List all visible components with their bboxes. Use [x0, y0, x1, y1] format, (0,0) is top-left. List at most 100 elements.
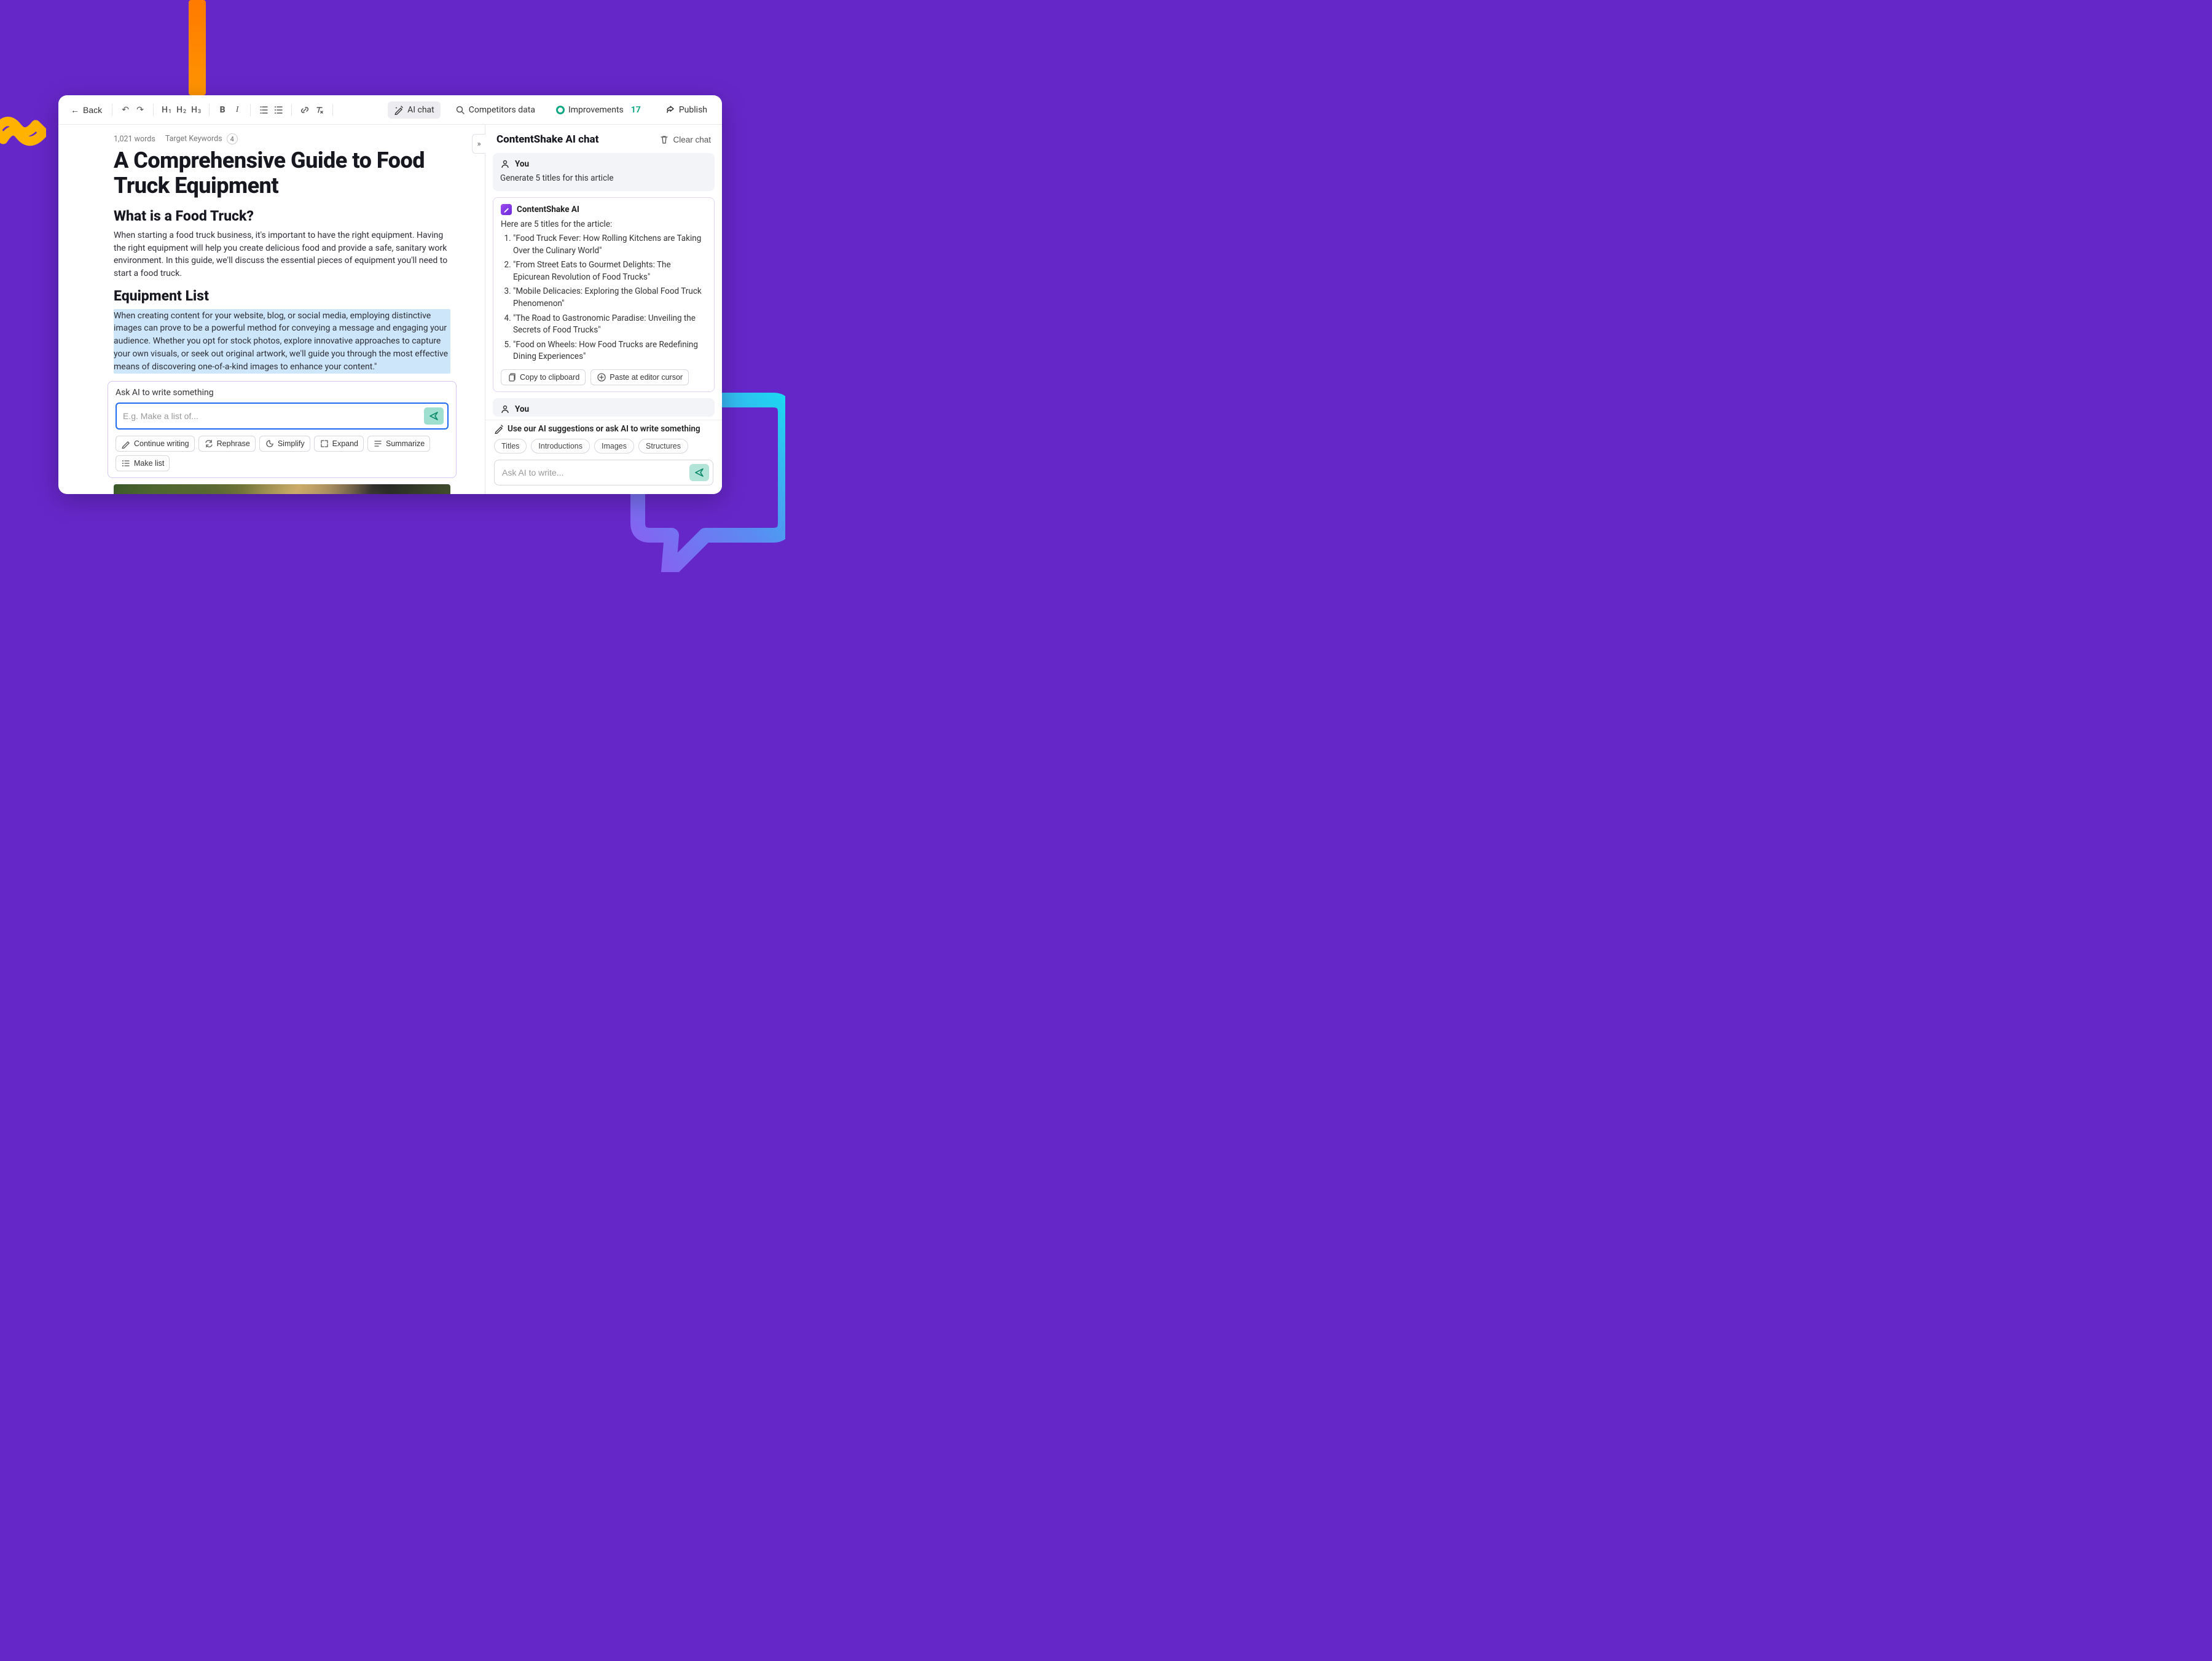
clear-chat-label: Clear chat [673, 135, 711, 144]
user-message-text: Generate 5 titles for this article [500, 173, 707, 185]
toolbar: ← Back ↶ ↷ H1 H2 H3 B I [58, 95, 722, 125]
competitors-label: Competitors data [469, 105, 535, 115]
suggest-hint: Use our AI suggestions or ask AI to writ… [508, 424, 700, 434]
chevron-right-icon: » [477, 139, 480, 149]
simplify-icon [265, 439, 275, 449]
user-label: You [515, 404, 529, 414]
back-label: Back [83, 105, 102, 115]
publish-button[interactable]: Publish [659, 101, 713, 119]
chip-rephrase[interactable]: Rephrase [198, 436, 256, 452]
ai-chat-toggle[interactable]: AI chat [388, 101, 441, 119]
unordered-list-button[interactable] [272, 103, 285, 117]
chip-expand[interactable]: Expand [314, 436, 364, 452]
improvements-label: Improvements [568, 105, 624, 115]
inline-ai-chips: Continue writing Rephrase Simplify Expan… [116, 436, 449, 471]
separator [250, 104, 251, 116]
send-icon [694, 468, 704, 477]
inline-ai-send-button[interactable] [424, 407, 444, 425]
user-label: You [515, 159, 529, 169]
ai-title-item: "The Road to Gastronomic Paradise: Unvei… [513, 313, 707, 337]
paragraph-selected[interactable]: When creating content for your website, … [114, 309, 450, 374]
chat-scroll[interactable]: You Generate 5 titles for this article C… [485, 153, 722, 420]
ai-title-list: "Food Truck Fever: How Rolling Kitchens … [501, 233, 707, 363]
heading3-button[interactable]: H3 [189, 103, 203, 117]
italic-button[interactable]: I [230, 103, 244, 117]
suggest-chip-structures[interactable]: Structures [638, 439, 688, 454]
ai-title-item: "From Street Eats to Gourmet Delights: T… [513, 259, 707, 283]
chip-label: Continue writing [134, 439, 189, 448]
chat-send-button[interactable] [689, 464, 709, 481]
target-kw-count: 4 [227, 133, 238, 144]
inline-ai-label: Ask AI to write something [116, 388, 449, 398]
paragraph-intro[interactable]: When starting a food truck business, it'… [114, 229, 450, 280]
plus-circle-icon [597, 372, 606, 382]
target-kw-label: Target Keywords [165, 135, 222, 144]
decoration-yellow-bolt [0, 108, 46, 163]
clear-format-button[interactable] [313, 103, 326, 117]
paste-cursor-button[interactable]: Paste at editor cursor [590, 369, 689, 385]
copy-label: Copy to clipboard [520, 373, 579, 382]
back-button[interactable]: ← Back [67, 103, 106, 117]
suggest-chip-images[interactable]: Images [594, 439, 634, 454]
heading-equipment-list[interactable]: Equipment List [114, 288, 450, 304]
separator [332, 104, 333, 116]
meta-row: 1,021 words Target Keywords 4 [114, 133, 450, 144]
ai-chat-label: AI chat [407, 105, 434, 115]
ordered-list-button[interactable] [257, 103, 270, 117]
chip-label: Simplify [278, 439, 305, 448]
chat-panel: » ContentShake AI chat Clear chat You Ge… [485, 125, 722, 494]
chip-simplify[interactable]: Simplify [259, 436, 310, 452]
suggest-chip-introductions[interactable]: Introductions [531, 439, 590, 454]
heading-what-is[interactable]: What is a Food Truck? [114, 208, 450, 224]
expand-icon [320, 439, 329, 449]
heading2-button[interactable]: H2 [175, 103, 188, 117]
ai-title-item: "Food on Wheels: How Food Trucks are Red… [513, 339, 707, 363]
send-icon [429, 411, 439, 421]
chat-message-user: You Generate 5 titles for this article [493, 153, 715, 191]
heading1-button[interactable]: H1 [160, 103, 173, 117]
improvements-count: 17 [627, 104, 645, 116]
chip-label: Expand [332, 439, 358, 448]
improvements-button[interactable]: Improvements 17 [550, 101, 651, 119]
chip-continue-writing[interactable]: Continue writing [116, 436, 195, 452]
inline-ai-panel: Ask AI to write something Continue writi… [108, 381, 457, 478]
chat-title: ContentShake AI chat [496, 133, 598, 146]
chip-label: Make list [134, 459, 164, 468]
separator [291, 104, 292, 116]
competitors-button[interactable]: Competitors data [449, 101, 541, 119]
target-keywords[interactable]: Target Keywords 4 [165, 133, 238, 144]
collapse-chat-button[interactable]: » [472, 134, 485, 154]
trash-icon [659, 135, 669, 144]
share-arrow-icon [665, 105, 675, 115]
article-image-food-truck[interactable] [114, 484, 450, 494]
ai-title-item: "Food Truck Fever: How Rolling Kitchens … [513, 233, 707, 257]
refresh-icon [204, 439, 214, 449]
chip-label: Summarize [386, 439, 425, 448]
chat-message-user: You [493, 398, 715, 417]
ai-title-item: "Mobile Delicacies: Exploring the Global… [513, 286, 707, 310]
clear-chat-button[interactable]: Clear chat [659, 135, 711, 144]
chat-input[interactable] [502, 468, 689, 477]
decoration-orange-bar [189, 0, 206, 95]
chip-make-list[interactable]: Make list [116, 455, 170, 471]
undo-button[interactable]: ↶ [119, 103, 132, 117]
app-window: ← Back ↶ ↷ H1 H2 H3 B I [58, 95, 722, 494]
improvements-icon [556, 106, 565, 114]
copy-clipboard-button[interactable]: Copy to clipboard [501, 369, 586, 385]
ai-label: ContentShake AI [517, 205, 579, 214]
suggest-chip-titles[interactable]: Titles [494, 439, 527, 454]
word-count: 1,021 words [114, 135, 155, 144]
chip-summarize[interactable]: Summarize [367, 436, 430, 452]
ai-intro-text: Here are 5 titles for the article: [501, 219, 707, 231]
paste-label: Paste at editor cursor [610, 373, 683, 382]
redo-button[interactable]: ↷ [133, 103, 147, 117]
separator [153, 104, 154, 116]
inline-ai-input[interactable] [123, 411, 424, 421]
user-icon [500, 159, 510, 169]
bold-button[interactable]: B [216, 103, 229, 117]
sparkle-pen-icon [394, 105, 404, 115]
link-button[interactable] [298, 103, 312, 117]
publish-label: Publish [679, 105, 707, 115]
editor-pane: 1,021 words Target Keywords 4 A Comprehe… [58, 125, 485, 494]
document-title[interactable]: A Comprehensive Guide to Food Truck Equi… [114, 148, 450, 199]
